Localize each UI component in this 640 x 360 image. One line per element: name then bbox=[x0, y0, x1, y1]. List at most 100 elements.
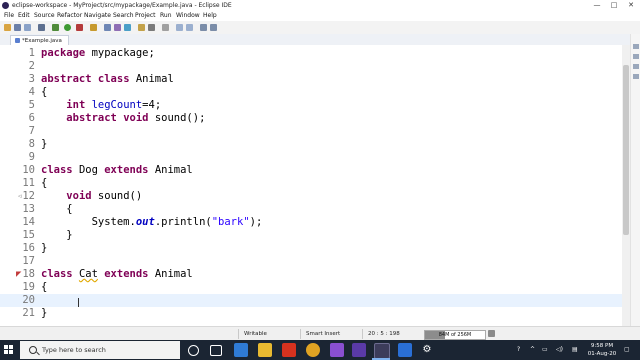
onenote-icon[interactable] bbox=[352, 343, 366, 357]
keyword: abstract bbox=[41, 73, 92, 85]
line-number: 2 bbox=[28, 60, 35, 72]
new-class-icon[interactable] bbox=[124, 24, 131, 31]
menu-file[interactable]: File bbox=[4, 11, 14, 21]
menu-run[interactable]: Run bbox=[160, 11, 172, 21]
keyword: int bbox=[66, 99, 86, 111]
status-bar: Writable Smart Insert 20 : 5 : 198 84M o… bbox=[0, 326, 640, 341]
keyword: class bbox=[41, 164, 73, 176]
line-number: 8 bbox=[28, 138, 35, 150]
code-line: 6 abstract void sound(); bbox=[0, 112, 622, 125]
maximize-button[interactable]: □ bbox=[607, 0, 621, 11]
status-cursor-position: 20 : 5 : 198 bbox=[368, 331, 400, 337]
settings-gear-icon[interactable]: ⚙ bbox=[420, 343, 434, 357]
help-icon[interactable]: ? bbox=[517, 340, 520, 360]
code-text: mypackage; bbox=[85, 47, 155, 59]
minimize-button[interactable]: — bbox=[590, 0, 604, 11]
editor-scrollbar[interactable] bbox=[622, 45, 630, 326]
line-number: 7 bbox=[28, 125, 35, 137]
garbage-collect-icon[interactable] bbox=[488, 330, 495, 337]
debug-icon[interactable] bbox=[52, 24, 59, 31]
search-placeholder: Type here to search bbox=[42, 346, 106, 354]
menu-project[interactable]: Project bbox=[135, 11, 156, 21]
previous-annotation-icon[interactable] bbox=[186, 24, 193, 31]
volume-icon[interactable]: ◁) bbox=[556, 340, 563, 360]
menu-refactor[interactable]: Refactor bbox=[57, 11, 82, 21]
chrome-icon[interactable] bbox=[306, 343, 320, 357]
edge-icon[interactable] bbox=[234, 343, 248, 357]
save-icon[interactable] bbox=[14, 24, 21, 31]
open-type-icon[interactable] bbox=[138, 24, 145, 31]
menu-window[interactable]: Window bbox=[176, 11, 200, 21]
code-text: System. bbox=[91, 216, 136, 228]
line-number: 14 bbox=[22, 216, 35, 228]
code-line: 3 abstract class Animal bbox=[0, 73, 622, 86]
code-line: 2 bbox=[0, 60, 622, 73]
menu-search[interactable]: Search bbox=[113, 11, 134, 21]
external-tools-icon[interactable] bbox=[90, 24, 97, 31]
menu-navigate[interactable]: Navigate bbox=[84, 11, 111, 21]
code-text: } bbox=[41, 307, 48, 319]
tray-chevron-icon[interactable]: ^ bbox=[530, 340, 535, 360]
eclipse-taskbar-icon[interactable] bbox=[374, 343, 390, 359]
new-icon[interactable] bbox=[4, 24, 11, 31]
restore-view-icon[interactable] bbox=[633, 44, 639, 49]
code-line: 21 } bbox=[0, 307, 622, 320]
cortana-icon[interactable] bbox=[188, 345, 199, 356]
code-text: { bbox=[66, 203, 73, 215]
close-button[interactable]: ✕ bbox=[624, 0, 638, 11]
save-all-icon[interactable] bbox=[24, 24, 31, 31]
windows-start-icon[interactable] bbox=[4, 345, 14, 355]
code-text: { bbox=[41, 281, 48, 293]
forward-icon[interactable] bbox=[210, 24, 217, 31]
visual-studio-icon[interactable] bbox=[330, 343, 344, 357]
status-separator bbox=[362, 329, 363, 339]
line-number: 6 bbox=[28, 112, 35, 124]
toolbar bbox=[0, 21, 640, 35]
task-list-view-icon[interactable] bbox=[633, 64, 639, 69]
keyboard-icon[interactable]: ▤ bbox=[572, 340, 578, 360]
static-field: out bbox=[135, 216, 155, 228]
line-number: 21 bbox=[22, 307, 35, 319]
menu-edit[interactable]: Edit bbox=[18, 11, 30, 21]
class-name: Animal bbox=[154, 268, 193, 280]
heap-status[interactable]: 84M of 256M bbox=[424, 330, 486, 340]
line-number: 5 bbox=[28, 99, 35, 111]
new-package-icon[interactable] bbox=[114, 24, 121, 31]
network-icon[interactable]: ▭ bbox=[542, 340, 548, 360]
file-explorer-icon[interactable] bbox=[258, 343, 272, 357]
outline-view-icon[interactable] bbox=[633, 54, 639, 59]
console-view-icon[interactable] bbox=[633, 74, 639, 79]
keyword: extends bbox=[104, 268, 149, 280]
keyword: void bbox=[66, 190, 92, 202]
toggle-mark-icon[interactable] bbox=[162, 24, 169, 31]
menu-source[interactable]: Source bbox=[34, 11, 55, 21]
class-name: Dog bbox=[78, 164, 98, 176]
notification-icon[interactable]: ▢ bbox=[624, 340, 630, 360]
zoom-icon[interactable] bbox=[398, 343, 412, 357]
new-java-project-icon[interactable] bbox=[104, 24, 111, 31]
code-text: sound(); bbox=[154, 112, 206, 124]
system-clock[interactable]: 9:58 PM 01-Aug-20 bbox=[585, 342, 619, 358]
class-name: Animal bbox=[154, 164, 193, 176]
code-text: } bbox=[66, 229, 73, 241]
status-insert-mode[interactable]: Smart Insert bbox=[306, 327, 340, 341]
code-text: } bbox=[41, 138, 48, 150]
back-icon[interactable] bbox=[200, 24, 207, 31]
coverage-icon[interactable] bbox=[76, 24, 83, 31]
office-icon[interactable] bbox=[282, 343, 296, 357]
code-editor[interactable]: 1 package mypackage; 2 3 abstract class … bbox=[0, 45, 630, 326]
line-number: 9 bbox=[28, 151, 35, 163]
status-separator bbox=[238, 329, 239, 339]
search-icon[interactable] bbox=[148, 24, 155, 31]
code-text: } bbox=[41, 242, 48, 254]
print-icon[interactable] bbox=[38, 24, 45, 31]
task-view-icon[interactable] bbox=[210, 345, 222, 356]
menu-help[interactable]: Help bbox=[203, 11, 217, 21]
line-number: 1 bbox=[28, 47, 35, 59]
line-number: 19 bbox=[22, 281, 35, 293]
run-icon[interactable] bbox=[64, 24, 71, 31]
scrollbar-thumb[interactable] bbox=[623, 65, 629, 235]
taskbar-search[interactable]: Type here to search bbox=[20, 341, 180, 359]
line-number: 15 bbox=[22, 229, 35, 241]
next-annotation-icon[interactable] bbox=[176, 24, 183, 31]
